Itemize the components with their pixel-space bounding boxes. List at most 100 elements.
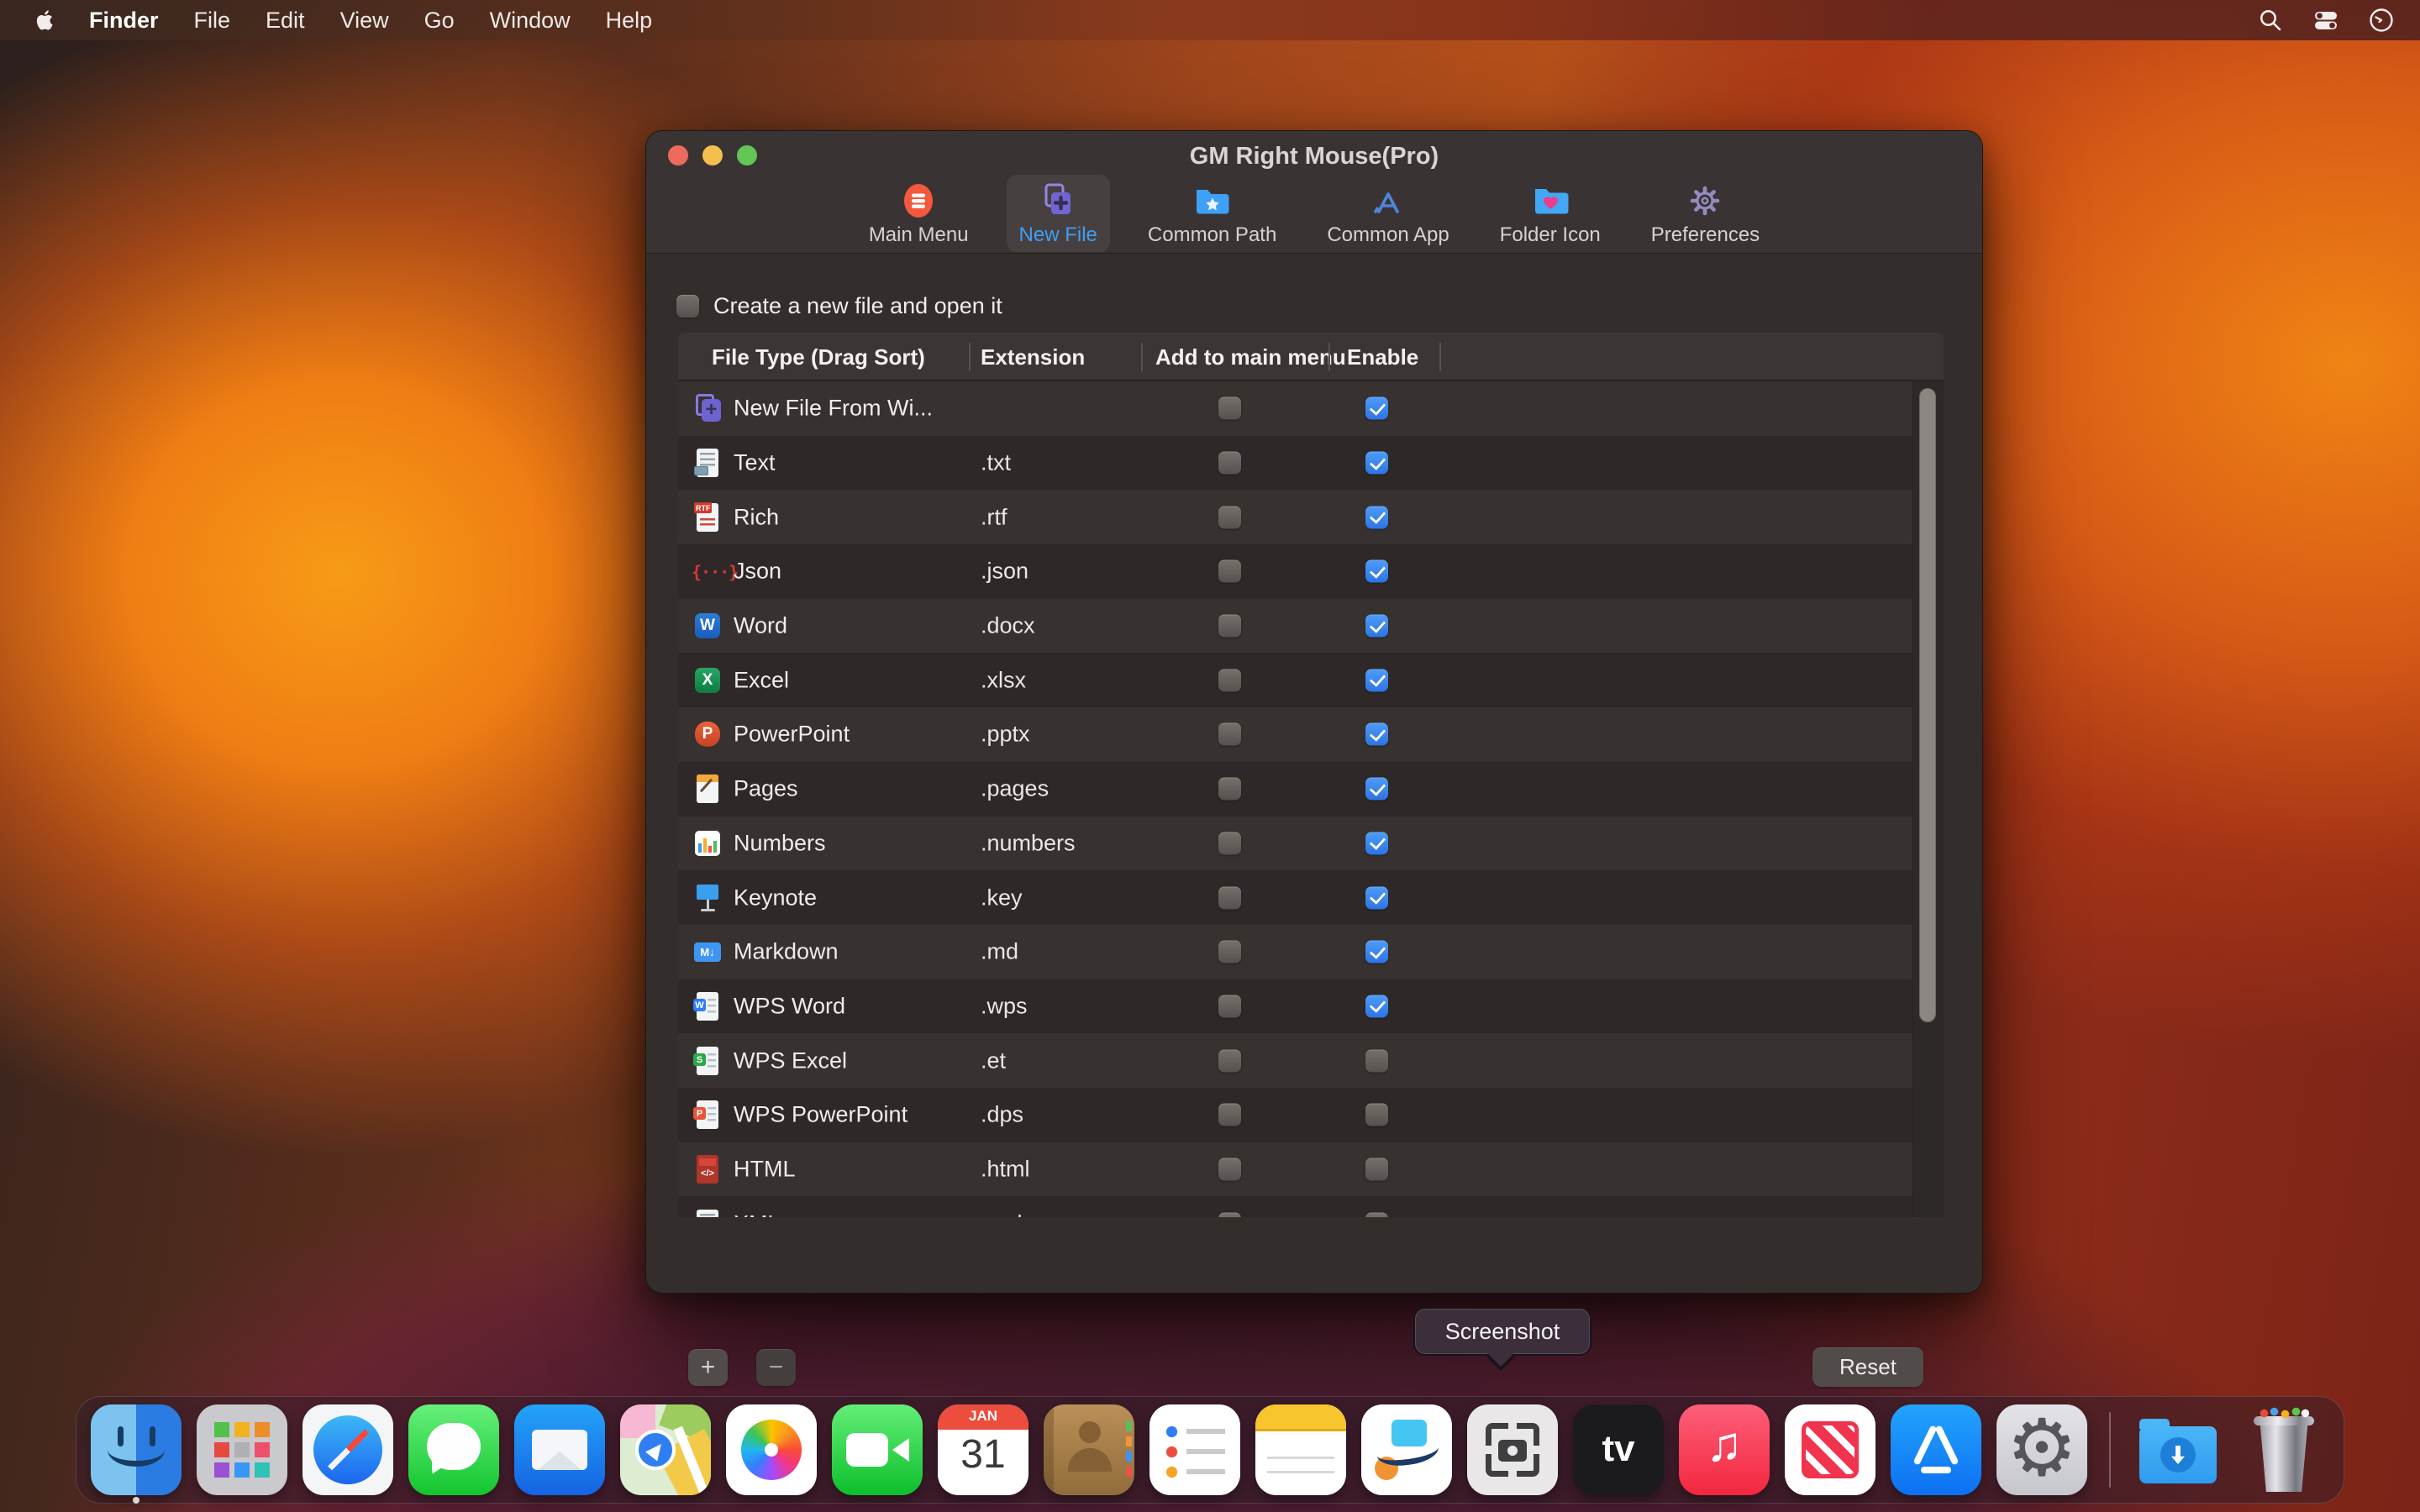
dock-app-icon[interactable]: ♫: [1679, 1404, 1770, 1495]
dock-app-icon[interactable]: [1891, 1404, 1981, 1495]
add-row-button[interactable]: +: [688, 1349, 728, 1386]
dock-item[interactable]: [91, 1404, 182, 1495]
dock-app-icon[interactable]: [1255, 1404, 1346, 1495]
tab-new-file[interactable]: New File: [1007, 175, 1110, 252]
menu-item[interactable]: Window: [490, 8, 571, 34]
apple-menu-icon[interactable]: [34, 8, 54, 32]
enable-checkbox[interactable]: [1365, 397, 1388, 420]
dock-item[interactable]: [726, 1404, 817, 1495]
reset-button[interactable]: Reset: [1812, 1347, 1923, 1387]
dock-app-icon[interactable]: tv: [1573, 1404, 1664, 1495]
tab-preferences[interactable]: Preferences: [1639, 175, 1772, 252]
tab-common-app[interactable]: Common App: [1314, 175, 1461, 252]
remove-row-button[interactable]: −: [756, 1349, 796, 1386]
table-row[interactable]: XML .xml: [678, 1196, 1912, 1217]
create-file-checkbox[interactable]: [676, 295, 699, 318]
enable-checkbox[interactable]: [1365, 615, 1388, 638]
enable-checkbox[interactable]: [1365, 941, 1388, 963]
enable-checkbox[interactable]: [1365, 560, 1388, 583]
table-row[interactable]: + New File From Wi...: [678, 381, 1912, 436]
dock-item[interactable]: [1467, 1404, 1558, 1495]
dock-app-icon[interactable]: [2238, 1404, 2329, 1495]
enable-checkbox[interactable]: [1365, 832, 1388, 854]
dock-app-icon[interactable]: JAN31: [938, 1404, 1028, 1495]
add-to-main-menu-checkbox[interactable]: [1218, 669, 1241, 691]
add-to-main-menu-checkbox[interactable]: [1218, 832, 1241, 854]
scrollbar-thumb[interactable]: [1919, 388, 1936, 1022]
dock-app-icon[interactable]: [514, 1404, 605, 1495]
title-bar[interactable]: GM Right Mouse(Pro): [646, 131, 1982, 176]
control-center-icon[interactable]: [2312, 7, 2339, 34]
dock-app-icon[interactable]: [2109, 1412, 2111, 1488]
add-to-main-menu-checkbox[interactable]: [1218, 995, 1241, 1017]
dock-app-icon[interactable]: [197, 1404, 287, 1495]
column-header-file-type[interactable]: File Type (Drag Sort): [712, 333, 925, 381]
add-to-main-menu-checkbox[interactable]: [1218, 506, 1241, 528]
menu-item[interactable]: Go: [424, 8, 455, 34]
add-to-main-menu-checkbox[interactable]: [1218, 1212, 1241, 1217]
tab-folder-icon[interactable]: Folder Icon: [1487, 175, 1613, 252]
column-header-enable[interactable]: Enable: [1347, 333, 1418, 381]
table-row[interactable]: RTF Rich .rtf: [678, 490, 1912, 544]
table-row[interactable]: S WPS Excel .et: [678, 1033, 1912, 1088]
menu-item[interactable]: Finder: [89, 8, 159, 34]
dock-app-icon[interactable]: [2133, 1404, 2223, 1495]
dock-item[interactable]: [1361, 1404, 1452, 1495]
add-to-main-menu-checkbox[interactable]: [1218, 941, 1241, 963]
enable-checkbox[interactable]: [1365, 669, 1388, 691]
dock-item[interactable]: [1150, 1404, 1240, 1495]
table-row[interactable]: M↓ Markdown .md: [678, 925, 1912, 979]
enable-checkbox[interactable]: [1365, 995, 1388, 1017]
dock-item[interactable]: [1891, 1404, 1981, 1495]
add-to-main-menu-checkbox[interactable]: [1218, 778, 1241, 801]
table-row[interactable]: W Word .docx: [678, 599, 1912, 654]
dock-item[interactable]: [2238, 1404, 2329, 1495]
enable-checkbox[interactable]: [1365, 452, 1388, 475]
enable-checkbox[interactable]: [1365, 1104, 1388, 1126]
dock-app-icon[interactable]: ⚙: [1996, 1404, 2087, 1495]
menu-item[interactable]: Edit: [266, 8, 305, 34]
dock-item[interactable]: JAN31: [938, 1404, 1028, 1495]
dock-item[interactable]: [1044, 1404, 1134, 1495]
search-icon[interactable]: [2257, 7, 2284, 34]
enable-checkbox[interactable]: [1365, 886, 1388, 909]
table-row[interactable]: Keynote .key: [678, 870, 1912, 925]
dock-item[interactable]: [514, 1404, 605, 1495]
add-to-main-menu-checkbox[interactable]: [1218, 886, 1241, 909]
clock-icon[interactable]: [2368, 7, 2395, 34]
table-row[interactable]: X Excel .xlsx: [678, 653, 1912, 707]
menu-item[interactable]: Help: [606, 8, 653, 34]
dock-app-icon[interactable]: [726, 1404, 817, 1495]
dock-app-icon[interactable]: [1150, 1404, 1240, 1495]
enable-checkbox[interactable]: [1365, 1049, 1388, 1072]
dock-app-icon[interactable]: [1044, 1404, 1134, 1495]
table-row[interactable]: </> HTML .html: [678, 1142, 1912, 1197]
dock-item[interactable]: [620, 1404, 711, 1495]
dock-item[interactable]: [197, 1404, 287, 1495]
add-to-main-menu-checkbox[interactable]: [1218, 615, 1241, 638]
enable-checkbox[interactable]: [1365, 723, 1388, 746]
column-header-extension[interactable]: Extension: [981, 333, 1085, 381]
menu-item[interactable]: View: [340, 8, 389, 34]
add-to-main-menu-checkbox[interactable]: [1218, 1104, 1241, 1126]
table-row[interactable]: P WPS PowerPoint .dps: [678, 1088, 1912, 1142]
add-to-main-menu-checkbox[interactable]: [1218, 1049, 1241, 1072]
menu-item[interactable]: File: [194, 8, 231, 34]
dock-item[interactable]: [1785, 1404, 1876, 1495]
add-to-main-menu-checkbox[interactable]: [1218, 397, 1241, 420]
enable-checkbox[interactable]: [1365, 1158, 1388, 1180]
add-to-main-menu-checkbox[interactable]: [1218, 452, 1241, 475]
dock-item[interactable]: [302, 1404, 393, 1495]
dock-item[interactable]: [832, 1404, 923, 1495]
dock-app-icon[interactable]: [302, 1404, 393, 1495]
add-to-main-menu-checkbox[interactable]: [1218, 560, 1241, 583]
dock-app-icon[interactable]: [91, 1404, 182, 1495]
dock-app-icon[interactable]: [832, 1404, 923, 1495]
enable-checkbox[interactable]: [1365, 1212, 1388, 1217]
tab-main-menu[interactable]: Main Menu: [856, 175, 981, 252]
table-row[interactable]: {···} Json .json: [678, 544, 1912, 599]
add-to-main-menu-checkbox[interactable]: [1218, 723, 1241, 746]
dock-item[interactable]: ⚙: [1996, 1404, 2087, 1495]
tab-common-path[interactable]: Common Path: [1135, 175, 1289, 252]
dock-app-icon[interactable]: [620, 1404, 711, 1495]
